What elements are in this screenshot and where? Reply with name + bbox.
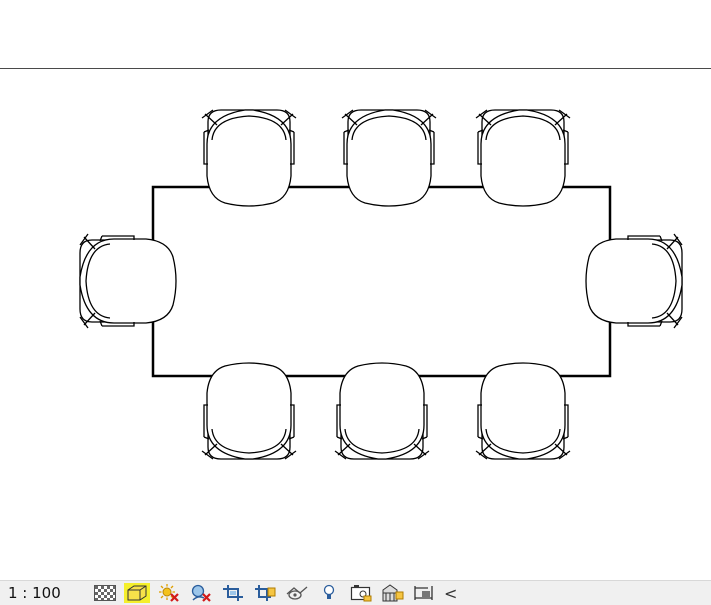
highlight-displacement-icon[interactable] (412, 583, 438, 603)
visual-style-icon[interactable] (124, 583, 150, 603)
sun-path-off-icon[interactable] (156, 583, 182, 603)
chair[interactable] (475, 109, 571, 207)
chair[interactable] (79, 233, 177, 329)
view-scale[interactable]: 1 : 100 (8, 584, 92, 602)
chair[interactable] (201, 109, 297, 207)
analytical-model-icon[interactable] (380, 583, 406, 603)
chair[interactable] (334, 362, 430, 460)
chair[interactable] (201, 362, 297, 460)
collapse-toolbar-icon[interactable]: < (444, 584, 457, 603)
show-crop-region-icon[interactable] (252, 583, 278, 603)
chair[interactable] (585, 233, 683, 329)
view-control-bar: 1 : 100 < (0, 580, 711, 605)
crop-view-icon[interactable] (220, 583, 246, 603)
detail-level-icon[interactable] (92, 583, 118, 603)
chair[interactable] (475, 362, 571, 460)
shadows-off-icon[interactable] (188, 583, 214, 603)
drawing-canvas[interactable] (0, 0, 711, 580)
unlocked-3d-view-icon[interactable] (284, 583, 310, 603)
chair[interactable] (341, 109, 437, 207)
table[interactable] (151, 185, 612, 378)
reveal-hidden-elements-icon[interactable] (316, 583, 342, 603)
temporary-hide-isolate-icon[interactable] (348, 583, 374, 603)
